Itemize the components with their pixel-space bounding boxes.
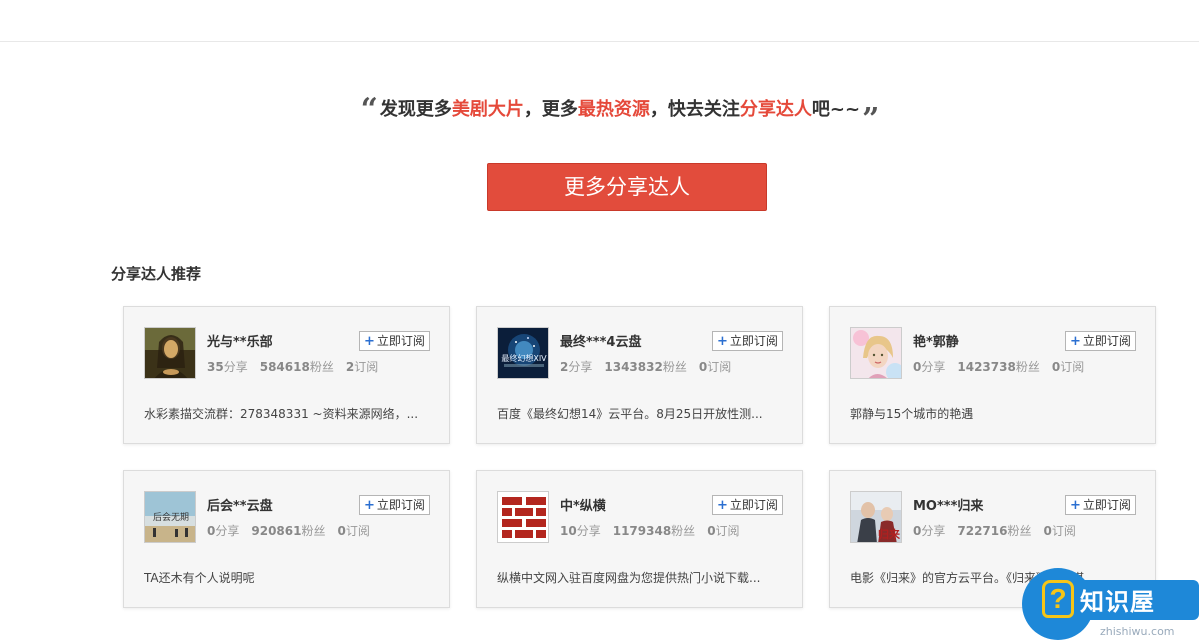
share-unit: 分享: [921, 360, 946, 374]
more-experts-button[interactable]: 更多分享达人: [487, 163, 767, 211]
watermark-logo: ? 知识屋 zhishiwu.com: [1022, 568, 1199, 640]
expert-description: 水彩素描交流群：278348331 ~资料来源网络，...: [144, 407, 419, 421]
subscribe-button[interactable]: + 立即订阅: [359, 495, 430, 515]
fans-unit: 粉丝: [662, 360, 687, 374]
share-count: 10: [560, 524, 577, 538]
expert-card: 后会无期 后会**云盘 + 立即订阅 0分享 920861粉丝 0订阅 TA还木有个人…: [123, 470, 450, 608]
fans-count: 722716: [957, 524, 1008, 538]
subscribe-button[interactable]: + 立即订阅: [712, 495, 783, 515]
sub-unit: 订阅: [707, 360, 732, 374]
expert-name[interactable]: 艳*郭静: [913, 331, 959, 350]
plus-icon: +: [1070, 334, 1081, 349]
avatar[interactable]: [850, 327, 902, 379]
avatar-caption: 归来: [878, 527, 901, 541]
expert-card: 光与**乐部 + 立即订阅 35分享 584618粉丝 2订阅 水彩素描交流群：278…: [123, 306, 450, 444]
plus-icon: +: [364, 498, 375, 513]
subscribe-button[interactable]: + 立即订阅: [1065, 495, 1136, 515]
avatar[interactable]: 归来: [850, 491, 902, 543]
sub-unit: 订阅: [354, 360, 379, 374]
slogan-highlight-1: 美剧大片: [451, 99, 524, 120]
expert-stats: 10分享 1179348粉丝 0订阅: [560, 522, 740, 539]
expert-stats: 0分享 920861粉丝 0订阅: [207, 522, 370, 539]
expert-name[interactable]: 光与**乐部: [207, 331, 273, 350]
sub-unit: 订阅: [1060, 360, 1085, 374]
fans-unit: 粉丝: [309, 360, 334, 374]
subscribe-label: 立即订阅: [729, 334, 778, 348]
subscribe-button[interactable]: + 立即订阅: [1065, 331, 1136, 351]
sub-count: 0: [1051, 360, 1061, 374]
sub-unit: 订阅: [1051, 524, 1076, 538]
sub-count: 2: [345, 360, 355, 374]
expert-stats: 0分享 722716粉丝 0订阅: [913, 522, 1076, 539]
expert-name[interactable]: MO***归来: [913, 495, 983, 514]
sub-count: 0: [698, 360, 708, 374]
sub-unit: 订阅: [715, 524, 740, 538]
share-count: 35: [207, 360, 224, 374]
fans-count: 920861: [251, 524, 302, 538]
expert-name[interactable]: 后会**云盘: [207, 495, 273, 514]
fans-unit: 粉丝: [1015, 360, 1040, 374]
open-quote: “: [360, 92, 378, 127]
expert-description: 百度《最终幻想14》云平台。8月25日开放性测...: [497, 407, 763, 421]
expert-description: 纵横中文网入驻百度网盘为您提供热门小说下载...: [497, 571, 761, 585]
plus-icon: +: [717, 334, 728, 349]
subscribe-label: 立即订阅: [376, 334, 425, 348]
section-title: 分享达人推荐: [111, 265, 202, 283]
watermark-brand: 知识屋: [1080, 588, 1155, 616]
slogan-highlight-3: 分享达人: [739, 99, 812, 120]
subscribe-label: 立即订阅: [1082, 334, 1131, 348]
fans-count: 1423738: [957, 360, 1016, 374]
expert-name[interactable]: 中*纵横: [560, 495, 606, 514]
avatar[interactable]: [144, 327, 196, 379]
subscribe-button[interactable]: + 立即订阅: [712, 331, 783, 351]
share-unit: 分享: [568, 360, 593, 374]
share-unit: 分享: [576, 524, 601, 538]
close-quote: ”: [862, 102, 880, 137]
fans-unit: 粉丝: [301, 524, 326, 538]
fans-count: 1343832: [604, 360, 663, 374]
expert-card: 最终幻想XIV 最终***4云盘 + 立即订阅 2分享 1343832粉丝 0订阅 百…: [476, 306, 803, 444]
sub-count: 0: [1043, 524, 1052, 538]
sub-count: 0: [337, 524, 346, 538]
share-unit: 分享: [223, 360, 248, 374]
avatar[interactable]: [497, 491, 549, 543]
plus-icon: +: [364, 334, 375, 349]
expert-card: 中*纵横 + 立即订阅 10分享 1179348粉丝 0订阅 纵横中文网入驻百度网盘为…: [476, 470, 803, 608]
subscribe-label: 立即订阅: [376, 498, 425, 512]
slogan-highlight-2: 最热资源: [577, 99, 650, 120]
fans-unit: 粉丝: [1007, 524, 1032, 538]
subscribe-label: 立即订阅: [1082, 498, 1131, 512]
expert-name[interactable]: 最终***4云盘: [560, 331, 641, 350]
slogan-text-3: ，快去关注: [649, 99, 740, 120]
sub-unit: 订阅: [345, 524, 370, 538]
expert-stats: 0分享 1423738粉丝 0订阅: [913, 358, 1084, 375]
avatar-caption: 最终幻想XIV: [501, 353, 547, 363]
avatar[interactable]: 后会无期: [144, 491, 196, 543]
slogan-text-2: ，更多: [523, 99, 578, 120]
watermark-domain: zhishiwu.com: [1100, 625, 1175, 638]
plus-icon: +: [1070, 498, 1081, 513]
slogan-text-1: 发现更多: [379, 99, 452, 120]
slogan: “发现更多美剧大片，更多最热资源，快去关注分享达人吧~~”: [0, 88, 1199, 137]
avatar[interactable]: 最终幻想XIV: [497, 327, 549, 379]
plus-icon: +: [717, 498, 728, 513]
expert-stats: 2分享 1343832粉丝 0订阅: [560, 358, 731, 375]
slogan-text-4: 吧~~: [811, 99, 861, 120]
subscribe-label: 立即订阅: [729, 498, 778, 512]
expert-description: 郭静与15个城市的艳遇: [850, 407, 974, 421]
share-unit: 分享: [921, 524, 946, 538]
expert-card: 艳*郭静 + 立即订阅 0分享 1423738粉丝 0订阅 郭静与15个城市的艳遇: [829, 306, 1156, 444]
sub-count: 0: [707, 524, 716, 538]
fans-unit: 粉丝: [671, 524, 696, 538]
expert-stats: 35分享 584618粉丝 2订阅: [207, 358, 378, 375]
expert-description: TA还木有个人说明呢: [144, 571, 255, 585]
top-bar: [0, 0, 1199, 42]
subscribe-button[interactable]: + 立即订阅: [359, 331, 430, 351]
avatar-caption: 后会无期: [153, 511, 189, 523]
share-unit: 分享: [215, 524, 240, 538]
fans-count: 584618: [259, 360, 310, 374]
fans-count: 1179348: [612, 524, 672, 538]
